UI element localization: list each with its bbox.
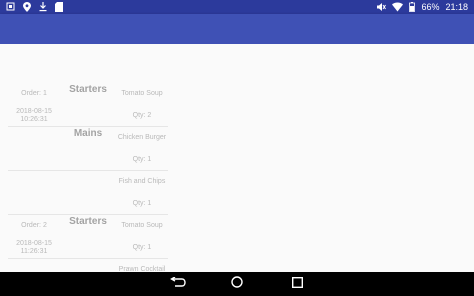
item-qty: Qty: 2 [132,112,152,119]
sd-card-icon [55,2,63,12]
status-bar: 66% 21:18 [0,0,474,14]
item-qty: Qty: 1 [132,156,152,163]
download-icon [39,2,47,12]
home-button[interactable] [227,276,247,292]
battery-percent: 66% [421,2,440,12]
recents-icon [291,275,303,293]
item-name: Chicken Burger [117,134,167,141]
location-icon [23,2,31,12]
status-clock: 21:18 [445,2,468,12]
battery-icon [409,2,416,12]
order-time: 11:26:31 [20,248,48,255]
app-bar [0,14,474,44]
orders-list[interactable]: Order: 1 2018-08-15 10:26:31 Starters To… [0,44,474,273]
row-divider [8,258,168,259]
order-time: 10:26:31 [20,116,48,123]
category-mains: Mains [73,128,103,139]
row-divider [8,170,168,171]
item-qty: Qty: 1 [132,200,152,207]
back-icon [170,275,186,293]
notification-icon [6,2,15,12]
row-divider [8,126,168,127]
wifi-icon [392,2,404,12]
order-divider [8,214,168,215]
home-icon [231,275,243,293]
navigation-bar [0,272,474,296]
recents-button[interactable] [287,276,307,292]
item-name: Tomato Soup [121,90,163,97]
order-label: Order: 1 [21,90,47,97]
order-label: Order: 2 [21,222,47,229]
muted-icon [376,2,387,12]
category-starters: Starters [69,84,107,95]
item-name: Fish and Chips [118,178,166,185]
back-button[interactable] [168,276,188,292]
item-name: Tomato Soup [121,222,163,229]
item-qty: Qty: 1 [132,244,152,251]
category-starters: Starters [69,216,107,227]
